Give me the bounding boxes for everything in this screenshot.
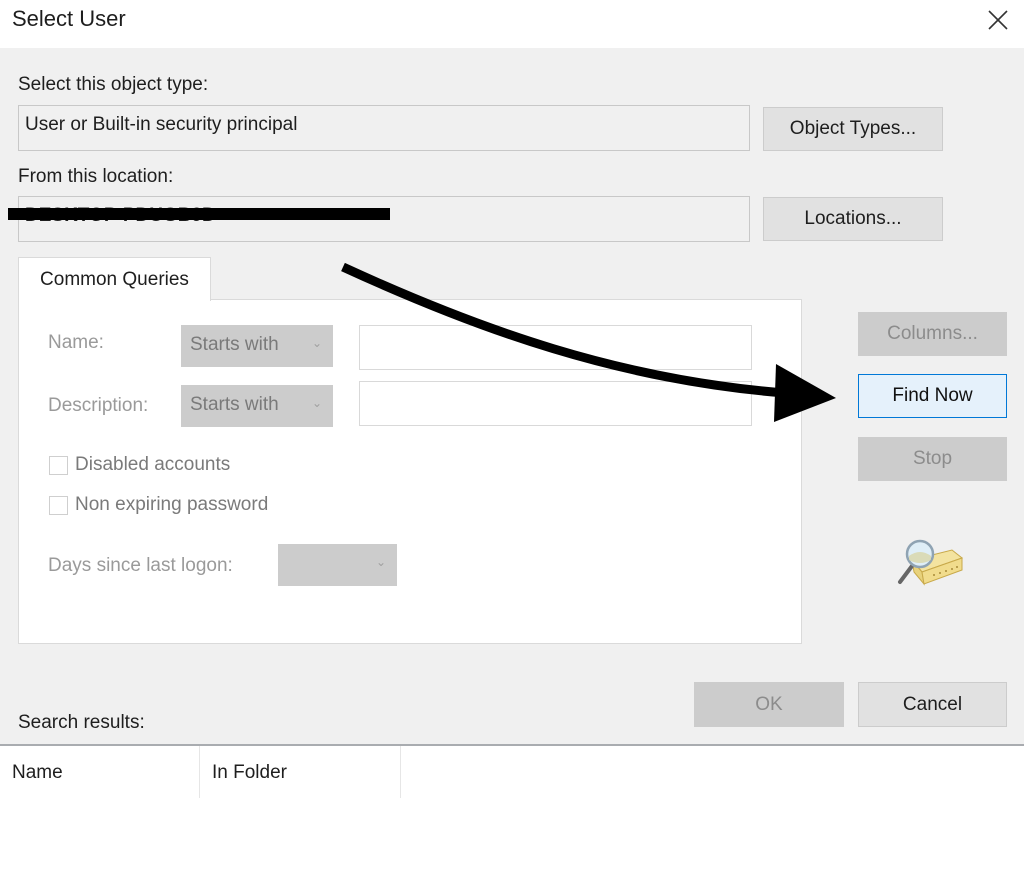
name-match-select[interactable]: Starts with ⌄ (181, 325, 333, 367)
column-header-in-folder[interactable]: In Folder (200, 746, 401, 798)
name-input[interactable] (359, 325, 752, 370)
days-since-logon-label: Days since last logon: (48, 555, 233, 576)
object-type-label: Select this object type: (18, 74, 209, 95)
days-since-logon-select[interactable]: ⌄ (278, 544, 397, 586)
non-expiring-password-checkbox[interactable] (49, 496, 68, 515)
description-match-value: Starts with (190, 394, 279, 415)
search-results-label: Search results: (18, 712, 145, 733)
description-input[interactable] (359, 381, 752, 426)
redaction-bar (8, 208, 390, 220)
chevron-down-icon: ⌄ (311, 336, 322, 350)
search-results-list[interactable]: Name In Folder (0, 744, 1024, 891)
title-bar: Select User (0, 0, 1024, 48)
tab-common-queries[interactable]: Common Queries (18, 257, 211, 301)
close-x-icon (988, 10, 1008, 30)
name-label: Name: (48, 332, 104, 353)
directory-search-icon (894, 538, 964, 590)
location-label: From this location: (18, 166, 174, 187)
name-match-value: Starts with (190, 334, 279, 355)
disabled-accounts-checkbox[interactable] (49, 456, 68, 475)
cancel-button[interactable]: Cancel (858, 682, 1007, 727)
description-match-select[interactable]: Starts with ⌄ (181, 385, 333, 427)
columns-button[interactable]: Columns... (858, 312, 1007, 356)
object-type-field: User or Built-in security principal (18, 105, 750, 151)
disabled-accounts-label: Disabled accounts (75, 454, 231, 475)
window-title: Select User (12, 6, 126, 31)
locations-button[interactable]: Locations... (763, 197, 943, 241)
ok-button[interactable]: OK (694, 682, 844, 727)
column-header-name[interactable]: Name (0, 746, 200, 798)
non-expiring-password-label: Non expiring password (75, 494, 269, 515)
chevron-down-icon: ⌄ (375, 555, 386, 569)
description-label: Description: (48, 395, 149, 416)
chevron-down-icon: ⌄ (311, 396, 322, 410)
object-types-button[interactable]: Object Types... (763, 107, 943, 151)
close-button[interactable] (980, 2, 1016, 38)
find-now-button[interactable]: Find Now (858, 374, 1007, 418)
stop-button[interactable]: Stop (858, 437, 1007, 481)
